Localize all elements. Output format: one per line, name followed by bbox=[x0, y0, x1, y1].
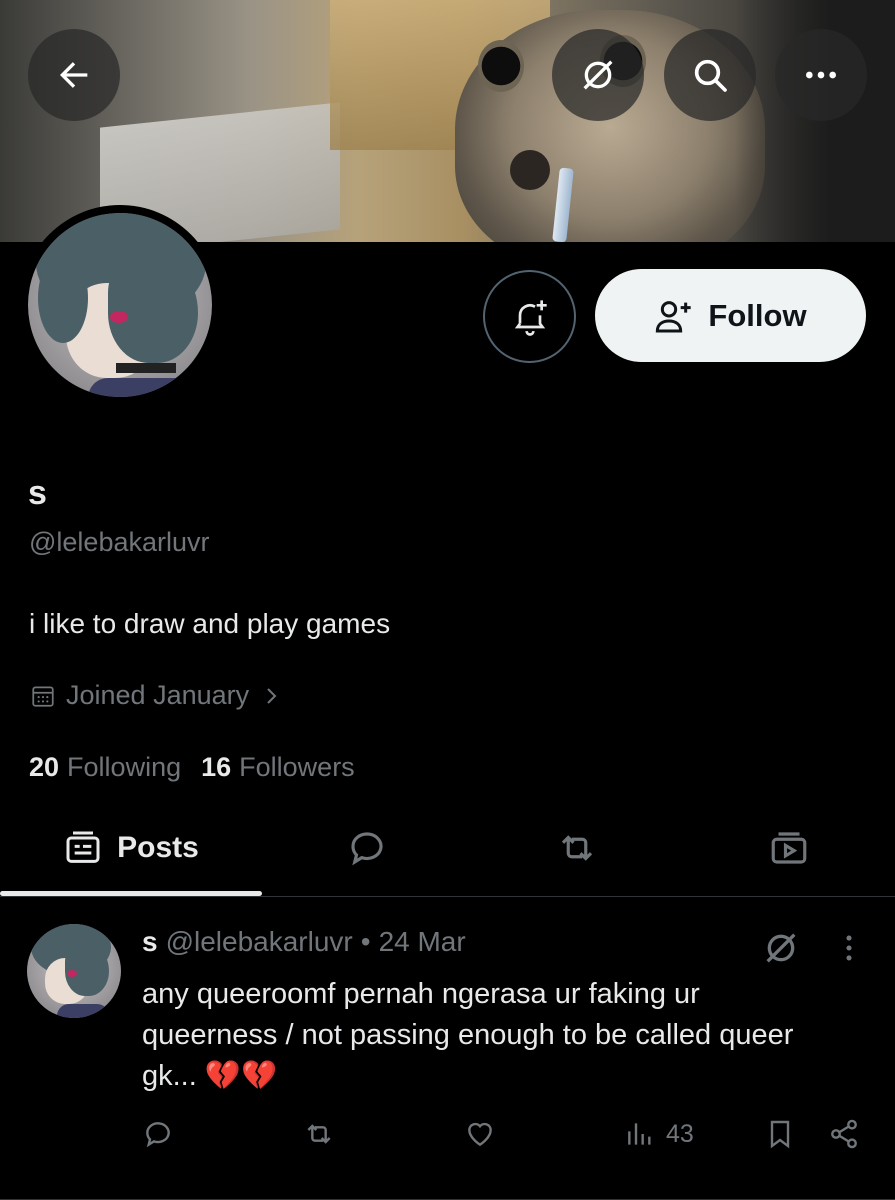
post-header: s @lelebakarluvr • 24 Mar bbox=[142, 926, 466, 958]
following-count: 20 bbox=[29, 752, 60, 782]
banner-cat-mouth bbox=[510, 150, 550, 190]
repost-button[interactable] bbox=[303, 1118, 335, 1150]
chevron-right-icon bbox=[267, 687, 277, 704]
like-button[interactable] bbox=[464, 1118, 496, 1150]
arrow-left-icon bbox=[60, 62, 88, 88]
display-name: s bbox=[28, 474, 47, 512]
follow-stats: 20 Following 16 Followers bbox=[29, 752, 355, 783]
following-link[interactable]: 20 Following bbox=[29, 752, 181, 783]
active-tab-indicator bbox=[0, 891, 262, 896]
tab-media[interactable] bbox=[682, 800, 895, 896]
reply-icon bbox=[351, 832, 383, 866]
calendar-icon bbox=[32, 685, 54, 707]
followers-label: Followers bbox=[239, 752, 355, 782]
more-button[interactable] bbox=[775, 29, 867, 121]
more-vertical-icon[interactable] bbox=[832, 931, 866, 965]
repost-icon bbox=[307, 1124, 331, 1144]
tab-posts-label: Posts bbox=[117, 831, 199, 864]
bookmark-button[interactable] bbox=[764, 1118, 796, 1150]
post-author-name[interactable]: s bbox=[142, 926, 158, 958]
add-user-icon bbox=[656, 300, 692, 332]
search-icon bbox=[694, 59, 727, 92]
profile-tabs: Posts bbox=[0, 800, 895, 897]
bell-plus-icon bbox=[514, 299, 547, 336]
followers-link[interactable]: 16 Followers bbox=[201, 752, 355, 783]
tab-posts[interactable]: Posts bbox=[0, 800, 262, 896]
slashed-circle-icon bbox=[583, 60, 613, 90]
bookmark-icon bbox=[770, 1120, 790, 1149]
slashed-circle-icon[interactable] bbox=[761, 928, 801, 968]
views-icon bbox=[628, 1123, 651, 1145]
views-count: 43 bbox=[666, 1119, 694, 1148]
user-handle: @lelebakarluvr bbox=[29, 527, 210, 557]
follow-label: Follow bbox=[708, 297, 807, 333]
post-author-handle[interactable]: @lelebakarluvr bbox=[166, 926, 353, 958]
avatar-image bbox=[28, 213, 212, 397]
tab-replies[interactable] bbox=[262, 800, 472, 896]
profile-bio: i like to draw and play games bbox=[29, 608, 391, 639]
follow-button[interactable]: Follow bbox=[595, 269, 866, 362]
post-actions: 43 bbox=[0, 1118, 895, 1158]
share-button[interactable] bbox=[828, 1118, 860, 1150]
following-label: Following bbox=[67, 752, 182, 782]
post-separator: • bbox=[360, 926, 371, 957]
post-avatar[interactable] bbox=[27, 924, 121, 1018]
joined-label: Joined January bbox=[66, 680, 250, 710]
media-icon bbox=[771, 832, 806, 864]
followers-count: 16 bbox=[201, 752, 232, 782]
tab-reposts[interactable] bbox=[472, 800, 682, 896]
search-button[interactable] bbox=[664, 29, 756, 121]
share-icon bbox=[831, 1119, 857, 1149]
joined-date[interactable]: Joined January bbox=[30, 680, 283, 711]
reply-button[interactable] bbox=[142, 1118, 174, 1150]
back-button[interactable] bbox=[28, 29, 120, 121]
banner-cat-eye-left bbox=[478, 40, 524, 92]
repost-icon bbox=[561, 835, 593, 861]
heart-icon bbox=[468, 1122, 492, 1147]
posts-icon bbox=[66, 831, 100, 863]
reply-icon bbox=[146, 1122, 170, 1148]
post-date[interactable]: 24 Mar bbox=[379, 926, 466, 958]
grok-button[interactable] bbox=[552, 29, 644, 121]
post-text: any queeroomf pernah ngerasa ur faking u… bbox=[142, 978, 794, 1092]
profile-avatar[interactable] bbox=[20, 205, 220, 405]
post-item[interactable]: s @lelebakarluvr • 24 Mar any queeroomf … bbox=[0, 898, 895, 1200]
more-horizontal-icon bbox=[806, 71, 836, 79]
notify-button[interactable] bbox=[483, 270, 576, 363]
views-button[interactable]: 43 bbox=[624, 1118, 694, 1150]
